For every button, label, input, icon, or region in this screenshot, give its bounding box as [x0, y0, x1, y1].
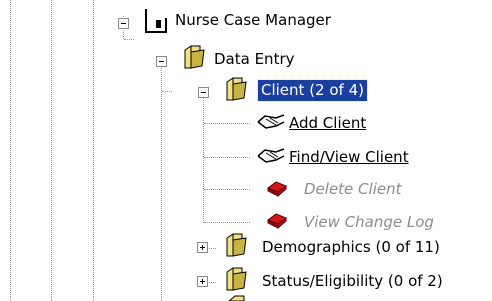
tree-label-selected: Client (2 of 4)	[257, 79, 368, 102]
tree-label: View Change Log	[304, 213, 434, 231]
expand-toggle[interactable]	[197, 242, 208, 253]
collapse-toggle[interactable]	[198, 87, 209, 98]
folder-icon	[226, 233, 247, 257]
tree-connector	[204, 123, 250, 124]
tree-guide-line	[93, 0, 94, 301]
folder-icon	[228, 295, 245, 301]
tree-label: Delete Client	[304, 180, 402, 198]
tree-connector	[124, 39, 134, 40]
collapse-toggle[interactable]	[156, 56, 167, 67]
tree-label: Nurse Case Manager	[175, 11, 331, 29]
handshake-icon	[257, 148, 285, 163]
red-book-icon	[266, 181, 288, 198]
expand-toggle[interactable]	[197, 276, 208, 287]
folder-icon	[226, 267, 247, 291]
tree-connector	[204, 157, 250, 158]
tree-guide-line	[161, 56, 162, 301]
tree-connector	[204, 222, 250, 223]
handshake-icon	[257, 114, 285, 129]
tree-connector	[204, 189, 250, 190]
tree-guide-line	[51, 0, 52, 301]
case-manager-icon	[145, 9, 167, 33]
tree-label: Demographics (0 of 11)	[262, 238, 440, 256]
red-book-icon	[266, 213, 288, 230]
tree-label: Status/Eligibility (0 of 2)	[262, 272, 443, 290]
tree-guide-line	[10, 0, 11, 301]
folder-open-icon	[184, 45, 205, 69]
folder-open-icon	[226, 77, 247, 101]
tree-label[interactable]: Find/View Client	[289, 147, 409, 168]
tree-label: Data Entry	[214, 50, 295, 68]
tree-label[interactable]: Add Client	[289, 113, 366, 134]
tree-connector	[162, 91, 172, 92]
tree-guide-line	[203, 98, 204, 223]
collapse-toggle[interactable]	[118, 18, 129, 29]
